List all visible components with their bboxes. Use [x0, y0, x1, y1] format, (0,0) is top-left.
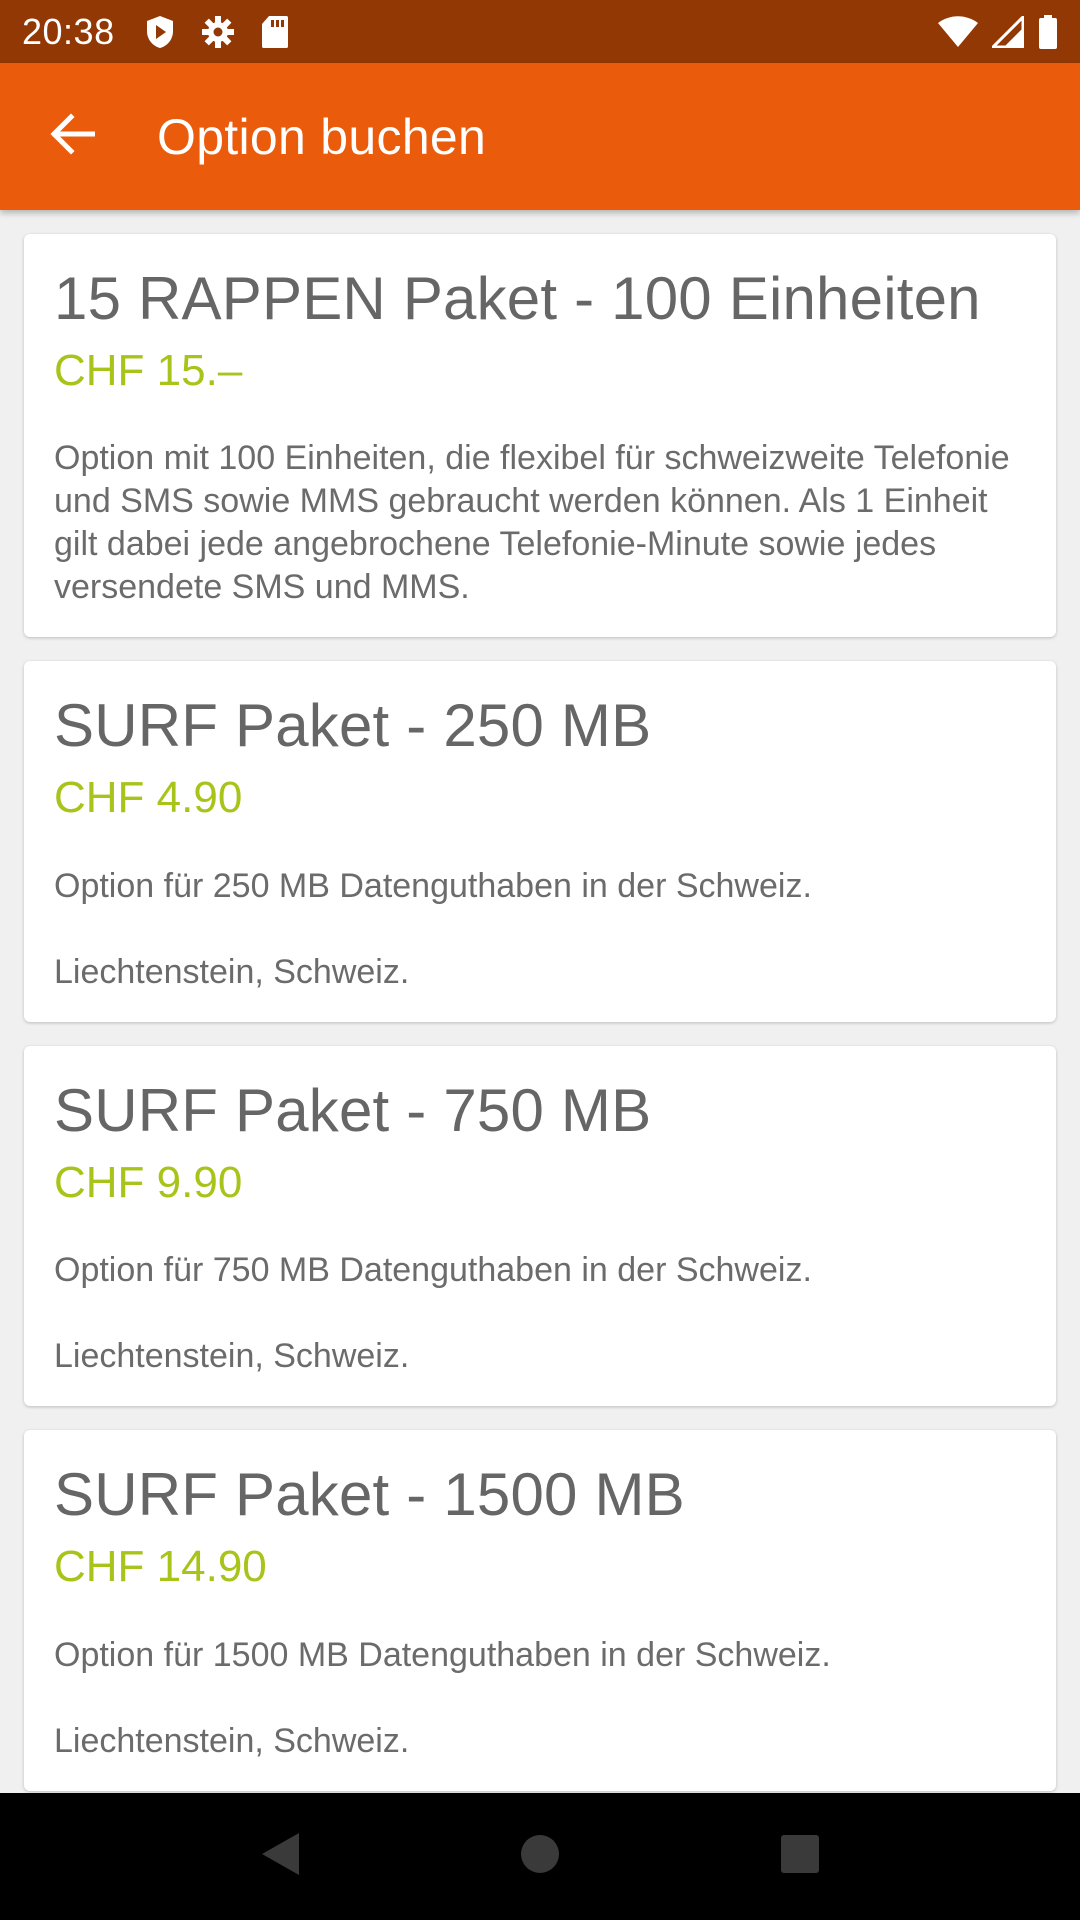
option-title: 15 RAPPEN Paket - 100 Einheiten: [54, 265, 981, 332]
nav-recents-button[interactable]: [755, 1812, 845, 1902]
app-bar: Option buchen: [0, 63, 1080, 210]
option-price: CHF 9.90: [54, 1157, 243, 1207]
option-price: CHF 14.90: [54, 1542, 267, 1592]
back-triangle-icon: [259, 1831, 301, 1882]
option-description: Option für 750 MB Datenguthaben in der S…: [54, 1251, 812, 1290]
sd-card-icon: [261, 15, 289, 49]
wifi-icon: [938, 15, 978, 48]
option-card[interactable]: SURF Paket - 750 MB CHF 9.90 Option für …: [24, 1045, 1056, 1407]
home-circle-icon: [520, 1834, 560, 1879]
battery-icon: [1038, 14, 1058, 49]
option-title: SURF Paket - 750 MB: [54, 1076, 652, 1144]
gear-icon: [201, 15, 235, 49]
option-title: SURF Paket - 1500 MB: [54, 1461, 685, 1529]
back-button[interactable]: [22, 87, 122, 187]
shield-play-icon: [145, 15, 175, 49]
option-region: Liechtenstein, Schweiz.: [54, 952, 410, 991]
option-region: Liechtenstein, Schweiz.: [54, 1721, 410, 1760]
page-title: Option buchen: [157, 108, 487, 165]
option-description: Option für 1500 MB Datenguthaben in der …: [54, 1635, 831, 1674]
nav-back-button[interactable]: [235, 1812, 325, 1902]
status-bar: 20:38: [0, 0, 1080, 63]
option-region: Liechtenstein, Schweiz.: [54, 1337, 410, 1376]
options-list[interactable]: 15 RAPPEN Paket - 100 Einheiten CHF 15.–…: [0, 210, 1080, 1793]
option-card[interactable]: SURF Paket - 1500 MB CHF 14.90 Option fü…: [24, 1430, 1056, 1791]
option-price: CHF 15.–: [54, 346, 243, 395]
option-card[interactable]: 15 RAPPEN Paket - 100 Einheiten CHF 15.–…: [24, 234, 1056, 638]
arrow-back-icon: [49, 111, 96, 162]
option-card[interactable]: SURF Paket - 250 MB CHF 4.90 Option für …: [24, 661, 1056, 1022]
system-nav-bar: [0, 1793, 1080, 1920]
option-title: SURF Paket - 250 MB: [54, 692, 652, 760]
status-time: 20:38: [22, 10, 115, 52]
status-right-icons: [938, 14, 1058, 49]
recents-square-icon: [780, 1834, 820, 1879]
status-left-icons: [145, 15, 289, 49]
cell-signal-icon: [992, 15, 1024, 48]
option-price: CHF 4.90: [54, 773, 243, 823]
nav-home-button[interactable]: [495, 1812, 585, 1902]
option-description: Option für 250 MB Datenguthaben in der S…: [54, 866, 812, 905]
option-description: Option mit 100 Einheiten, die flexibel f…: [54, 439, 1010, 607]
